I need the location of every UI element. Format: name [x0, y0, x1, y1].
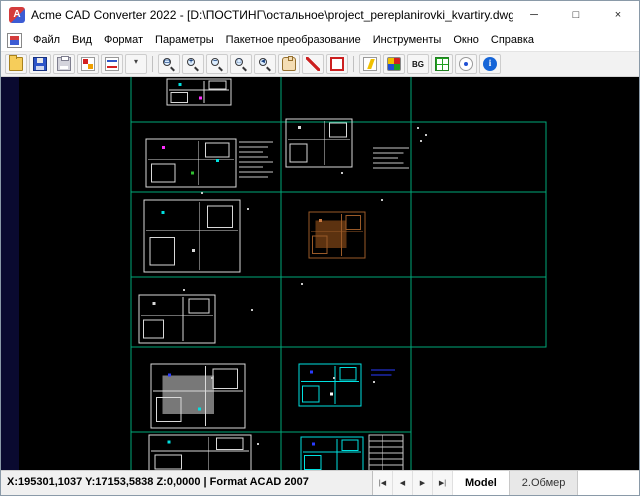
print-button[interactable]	[53, 54, 75, 74]
cad-drawing[interactable]	[1, 77, 639, 470]
zoom-in-icon: +	[186, 57, 200, 71]
pan-icon	[282, 57, 296, 71]
sheet-tab-control: |◀◀▶▶|Model2.Обмер	[372, 471, 639, 495]
measure-area-button[interactable]	[326, 54, 348, 74]
menu-tools[interactable]: Инструменты	[367, 31, 448, 49]
maximize-button[interactable]: □	[555, 1, 597, 29]
preview-button[interactable]	[455, 54, 477, 74]
layer-settings-icon	[387, 57, 401, 71]
measure-distance-icon	[306, 57, 320, 71]
measure-area-icon	[330, 57, 344, 71]
document-icon	[7, 33, 22, 48]
quick-view-button[interactable]	[359, 54, 381, 74]
layout-grid-button[interactable]	[431, 54, 453, 74]
batch-convert-button[interactable]	[101, 54, 123, 74]
open-file-icon	[9, 57, 23, 71]
zoom-extents-button[interactable]: □	[230, 54, 252, 74]
drawing-canvas[interactable]	[1, 77, 639, 470]
preview-icon	[459, 57, 473, 71]
window-controls: ─ □ ×	[513, 1, 639, 29]
status-text: X:195301,1037 Y:17153,5838 Z:0,0000 | Fo…	[1, 471, 315, 495]
convert-icon	[81, 57, 95, 71]
open-file-button[interactable]	[5, 54, 27, 74]
zoom-out-button[interactable]: −	[206, 54, 228, 74]
quick-view-icon	[363, 57, 377, 71]
about-button[interactable]	[479, 54, 501, 74]
menu-window[interactable]: Окно	[447, 31, 485, 49]
convert-button[interactable]	[77, 54, 99, 74]
bg-icon: BG	[412, 60, 424, 69]
tab-nav-last-button[interactable]: ▶|	[433, 471, 453, 495]
batch-convert-icon	[105, 57, 119, 71]
menu-format[interactable]: Формат	[98, 31, 149, 49]
zoom-previous-button[interactable]: ◂	[254, 54, 276, 74]
menu-bar: ФайлВидФорматПараметрыПакетное преобразо…	[1, 29, 639, 52]
zoom-window-icon: ▭	[162, 57, 176, 71]
toolbar-separator	[353, 56, 354, 72]
background-color-button[interactable]: BG	[407, 54, 429, 74]
close-button[interactable]: ×	[597, 1, 639, 29]
menu-options[interactable]: Параметры	[149, 31, 220, 49]
minimize-button[interactable]: ─	[513, 1, 555, 29]
more-tools-icon	[132, 57, 140, 71]
zoom-in-button[interactable]: +	[182, 54, 204, 74]
app-window: Acme CAD Converter 2022 - [D:\ПОСТИНГ\ос…	[0, 0, 640, 496]
tab-nav-next-button[interactable]: ▶	[413, 471, 433, 495]
titlebar: Acme CAD Converter 2022 - [D:\ПОСТИНГ\ос…	[1, 1, 639, 29]
layout-grid-icon	[435, 57, 449, 71]
about-icon	[483, 57, 497, 71]
save-as-button[interactable]	[29, 54, 51, 74]
measure-distance-button[interactable]	[302, 54, 324, 74]
save-as-icon	[33, 57, 47, 71]
zoom-extents-icon: □	[234, 57, 248, 71]
tab-nav-prev-button[interactable]: ◀	[393, 471, 413, 495]
zoom-previous-icon: ◂	[258, 57, 272, 71]
tab-nav-first-button[interactable]: |◀	[373, 471, 393, 495]
toolbar-separator	[152, 56, 153, 72]
zoom-window-button[interactable]: ▭	[158, 54, 180, 74]
pan-button[interactable]	[278, 54, 300, 74]
layer-settings-button[interactable]	[383, 54, 405, 74]
menu-view[interactable]: Вид	[66, 31, 98, 49]
more-tools-button[interactable]	[125, 54, 147, 74]
window-title: Acme CAD Converter 2022 - [D:\ПОСТИНГ\ос…	[31, 8, 513, 22]
menu-batch-conversion[interactable]: Пакетное преобразование	[220, 31, 367, 49]
status-bar: X:195301,1037 Y:17153,5838 Z:0,0000 | Fo…	[1, 470, 639, 495]
menu-file[interactable]: Файл	[27, 31, 66, 49]
print-icon	[57, 57, 71, 71]
sheet-tab-model[interactable]: Model	[453, 471, 510, 495]
toolbar: ▭ +−□ ◂ BG	[1, 52, 639, 77]
sheet-tab-obmer[interactable]: 2.Обмер	[510, 471, 579, 495]
zoom-out-icon: −	[210, 57, 224, 71]
app-icon	[9, 7, 25, 23]
menu-help[interactable]: Справка	[485, 31, 540, 49]
